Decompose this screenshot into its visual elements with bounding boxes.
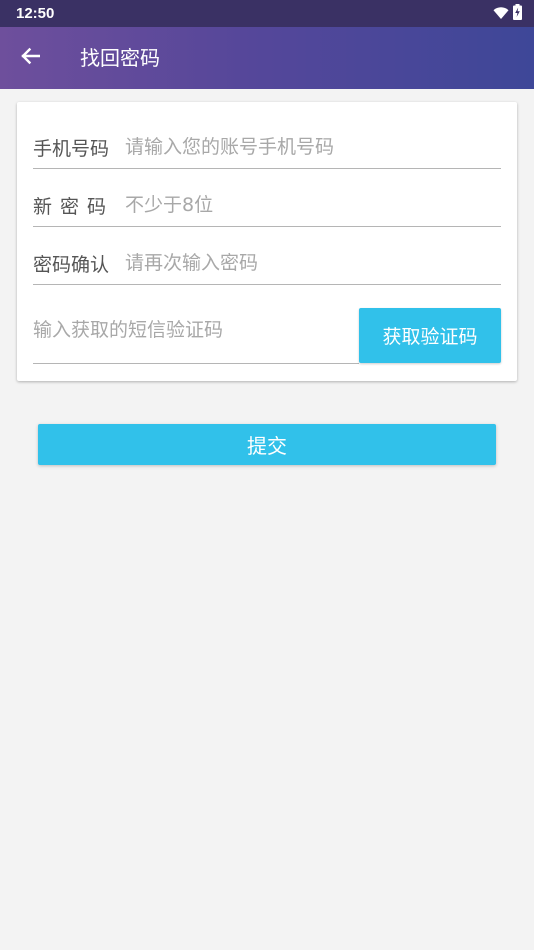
status-bar: 12:50 (0, 0, 534, 27)
app-bar: 找回密码 (0, 27, 534, 89)
get-code-button[interactable]: 获取验证码 (359, 308, 501, 363)
status-icons (493, 4, 522, 24)
new-password-input[interactable] (125, 194, 501, 216)
phone-label: 手机号码 (33, 137, 110, 160)
battery-charging-icon (513, 4, 522, 24)
arrow-left-icon (20, 47, 41, 69)
confirm-password-input[interactable] (125, 252, 501, 274)
sms-code-input[interactable] (33, 318, 359, 341)
phone-row: 手机号码 (33, 126, 501, 169)
sms-code-row: 获取验证码 (33, 308, 501, 364)
page-title: 找回密码 (80, 46, 160, 70)
new-password-label: 新密码 (33, 195, 115, 218)
status-time: 12:50 (16, 5, 55, 22)
back-button[interactable] (10, 38, 50, 78)
submit-button[interactable]: 提交 (38, 424, 496, 465)
password-reset-form: 手机号码 新密码 密码确认 获取验证码 (17, 102, 517, 381)
wifi-icon (493, 5, 509, 24)
new-password-row: 新密码 (33, 184, 501, 227)
phone-input[interactable] (125, 136, 501, 158)
confirm-password-label: 密码确认 (33, 253, 110, 276)
confirm-password-row: 密码确认 (33, 242, 501, 285)
sms-code-field (33, 308, 359, 364)
